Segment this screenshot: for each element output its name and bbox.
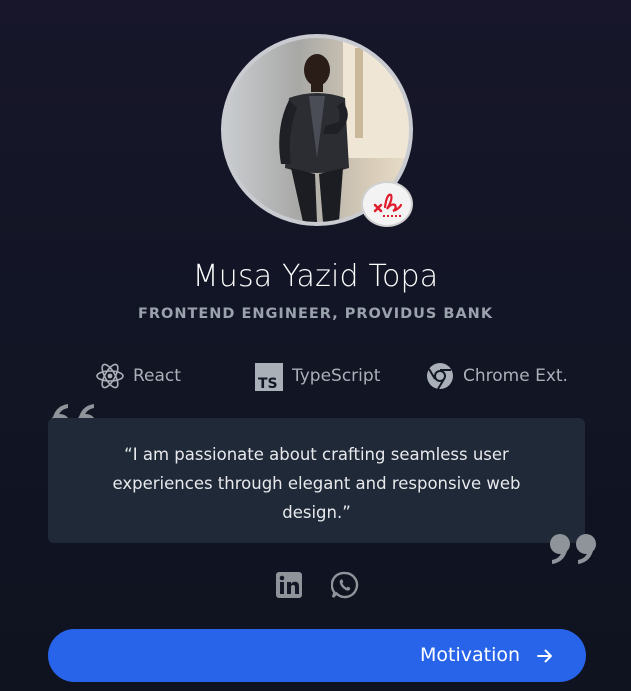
- skill-typescript: TS TypeScript: [254, 358, 380, 394]
- signature-badge: [361, 181, 413, 227]
- quote-card: “I am passionate about crafting seamless…: [48, 418, 585, 543]
- quote-close-icon: [550, 534, 596, 564]
- chrome-icon: [427, 363, 453, 390]
- skills-row: React TS TypeScript Chrome Ext.: [0, 358, 631, 394]
- typescript-icon: TS: [255, 363, 283, 391]
- skill-label: Chrome Ext.: [463, 366, 568, 386]
- quote-text: “I am passionate about crafting seamless…: [112, 445, 521, 522]
- linkedin-icon[interactable]: [275, 571, 303, 599]
- motivation-button-label: Motivation: [420, 644, 521, 666]
- profile-role: FRONTEND ENGINEER, PROVIDUS BANK: [137, 306, 494, 322]
- arrow-right-icon: [537, 649, 552, 663]
- profile-name: Musa Yazid Topa: [192, 259, 439, 294]
- motivation-button[interactable]: Motivation: [48, 629, 586, 682]
- skill-chrome-extension: Chrome Ext.: [425, 358, 568, 394]
- svg-text:TS: TS: [258, 376, 278, 391]
- whatsapp-icon[interactable]: [331, 571, 359, 599]
- social-links: [0, 571, 631, 601]
- skill-label: React: [133, 366, 181, 386]
- react-icon: [96, 363, 124, 389]
- skill-react: React: [95, 358, 181, 394]
- signature-icon: [373, 193, 403, 217]
- skill-label: TypeScript: [292, 366, 381, 386]
